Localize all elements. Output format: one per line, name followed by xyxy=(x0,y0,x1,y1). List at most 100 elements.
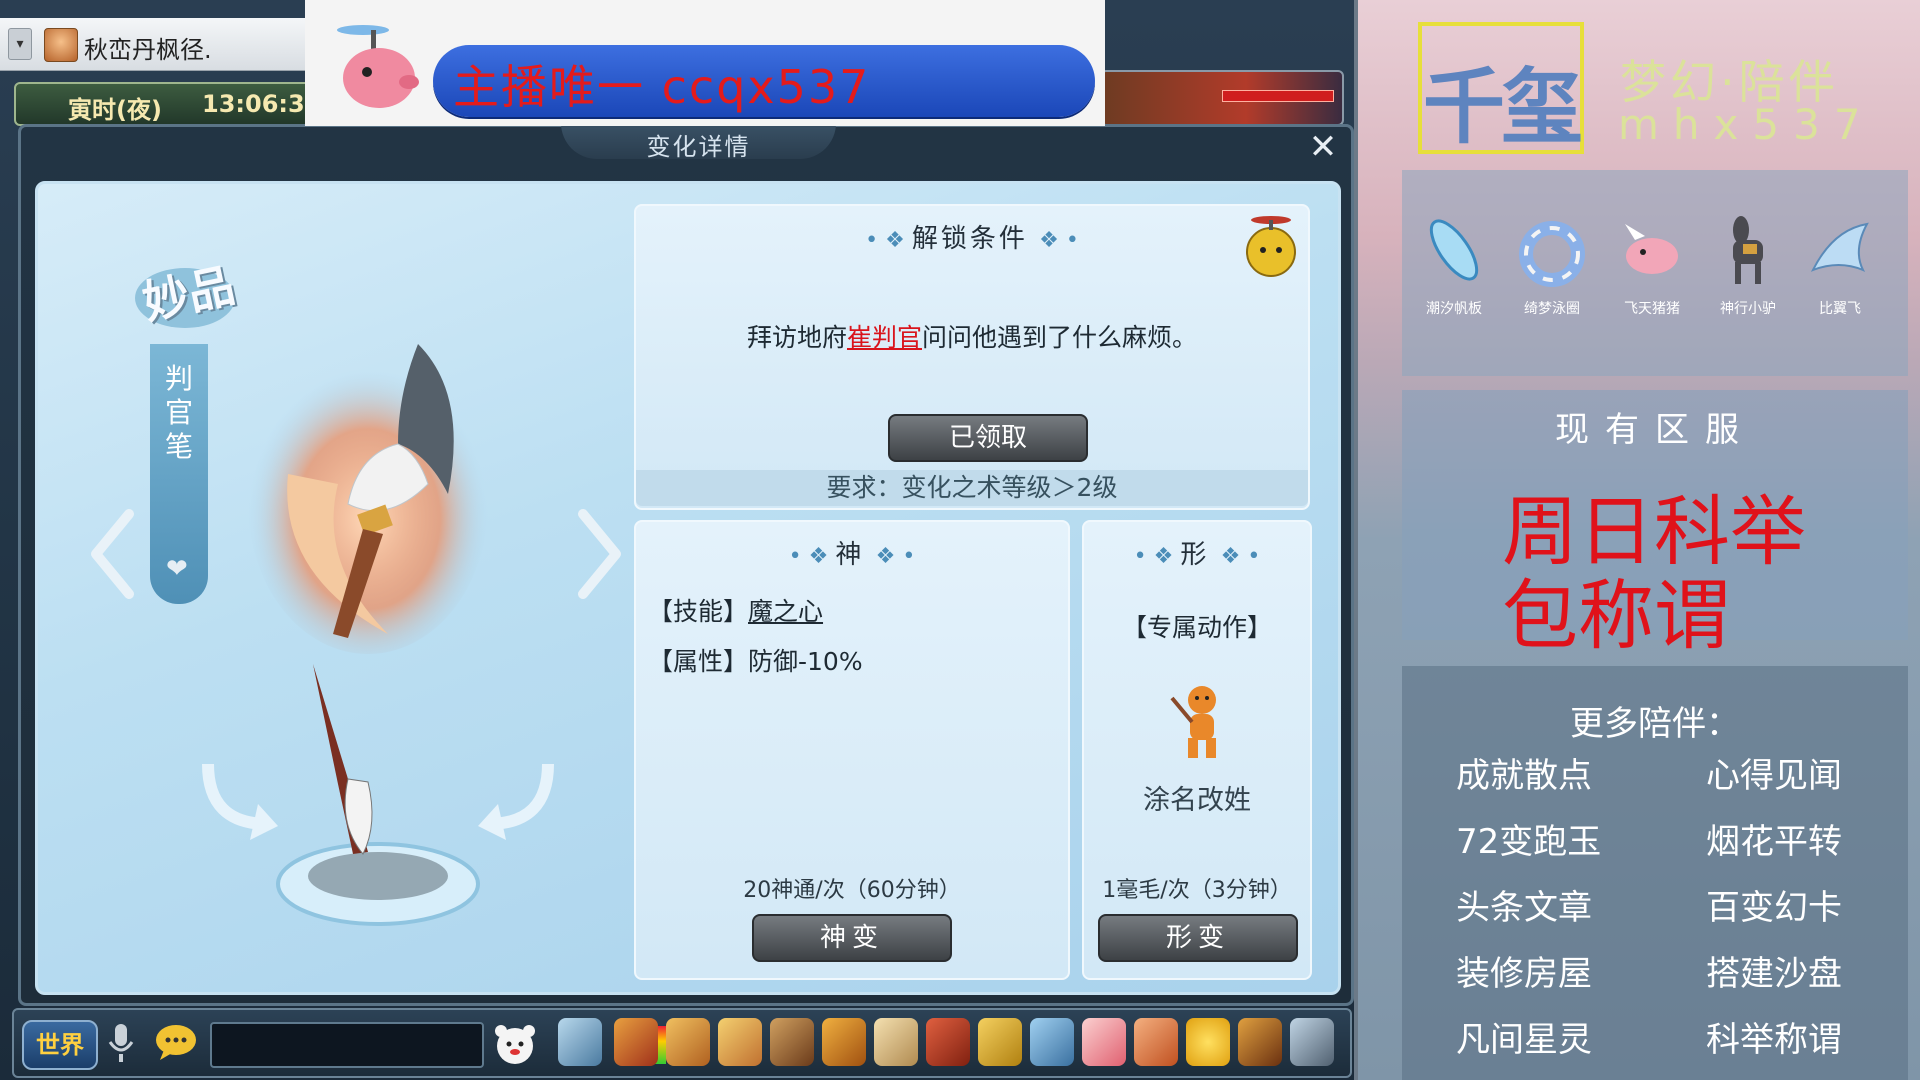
dialog-title: 变化详情 xyxy=(646,133,751,161)
form-transform-section: • ❖ 形 ❖ • 【专属动作】 涂名改姓 1毫毛/次（3分钟） 形变 xyxy=(1082,520,1312,980)
cloud-deco-icon: • ❖ xyxy=(865,228,912,253)
shen-cost: 20神通/次（60分钟） xyxy=(743,878,961,903)
firecracker-icon[interactable] xyxy=(926,1018,970,1066)
cloud-deco-icon: ❖ • xyxy=(1039,228,1079,253)
team-icon[interactable] xyxy=(666,1018,710,1066)
service-item: 72变跑玉 xyxy=(1456,822,1602,862)
mount-item: 飞天猪猪 xyxy=(1612,210,1692,318)
mount-name: 绮梦泳圈 xyxy=(1524,301,1580,317)
servers-heading: 现有区服 xyxy=(1555,410,1755,450)
mount-item: 比翼飞 xyxy=(1800,210,1880,318)
service-item: 心得见闻 xyxy=(1706,756,1842,796)
unlock-header: • ❖ 解锁条件 ❖ • xyxy=(636,218,1308,255)
system-gear-icon[interactable] xyxy=(1238,1018,1282,1066)
promo-subtitle: mhx537 xyxy=(1618,100,1875,149)
service-item: 百变幻卡 xyxy=(1706,888,1842,928)
unlock-description: 拜访地府崔判官问问他遇到了什么麻烦。 xyxy=(636,318,1308,354)
world-channel-button[interactable]: 世界 xyxy=(22,1020,98,1070)
cloud-deco-icon: ❖ • xyxy=(875,544,916,569)
service-item: 搭建沙盘 xyxy=(1706,954,1842,994)
action-figure-icon[interactable] xyxy=(1162,682,1234,762)
game-window: ▾ 秋峦丹枫径. 寅时(夜) 13:06:31 变化详情 ✕ 妙品 判 官 笔 … xyxy=(0,0,1356,1080)
skill-line: 【技能】魔之心 xyxy=(648,592,823,628)
service-item: 烟花平转 xyxy=(1706,822,1842,862)
mount-name: 潮汐帆板 xyxy=(1426,301,1482,317)
friends-icon[interactable] xyxy=(1134,1018,1178,1066)
xing-header-text: 形 xyxy=(1180,540,1210,570)
surfboard-icon xyxy=(1429,219,1479,281)
spirit-transform-section: • ❖ 神 ❖ • 【技能】魔之心 【属性】防御-10% 20神通/次（60分钟… xyxy=(634,520,1070,980)
mount-name: 比翼飞 xyxy=(1819,301,1861,317)
service-item: 凡间星灵 xyxy=(1456,1020,1592,1060)
logo-box: 千玺 xyxy=(1418,22,1584,155)
unlock-desc-suffix: 问问他遇到了什么麻烦。 xyxy=(922,323,1198,352)
bell-icon[interactable] xyxy=(978,1018,1022,1066)
exclusive-action-label: 【专属动作】 xyxy=(1121,613,1272,642)
spirit-transform-button[interactable]: 神变 xyxy=(752,914,952,962)
peach-icon[interactable] xyxy=(1082,1018,1126,1066)
character-icon[interactable] xyxy=(770,1018,814,1066)
heart-icon[interactable]: ❤ xyxy=(166,554,188,584)
swim-ring-icon xyxy=(1519,221,1585,287)
dialog-content-panel: 妙品 判 官 笔 ❤ • ❖ 解锁条件 ❖ • 拜访地府崔判官问问他遇到了什么麻… xyxy=(35,181,1341,995)
pet-bear-icon[interactable] xyxy=(490,1020,540,1066)
claimed-button[interactable]: 已领取 xyxy=(888,414,1088,462)
level-requirement: 要求：变化之术等级＞2级 xyxy=(636,470,1308,506)
service-item: 科举称谓 xyxy=(1706,1020,1842,1060)
treasure-chest-icon[interactable] xyxy=(614,1018,658,1066)
player-avatar[interactable] xyxy=(44,28,78,62)
current-servers-box: 现有区服 周日科举 包称谓 xyxy=(1402,390,1908,660)
tiger-icon[interactable] xyxy=(822,1018,866,1066)
server-promo-line-2: 包称谓 xyxy=(1502,571,1730,660)
unlock-desc-prefix: 拜访地府 xyxy=(746,323,847,352)
chat-input[interactable] xyxy=(210,1022,666,1068)
banner-text: 主播唯一 ccqx537 xyxy=(453,60,871,114)
donkey-icon xyxy=(1733,216,1763,284)
cloud-deco-icon: • ❖ xyxy=(788,544,836,569)
mount-name: 神行小驴 xyxy=(1720,301,1776,317)
shen-header-text: 神 xyxy=(835,540,865,570)
next-arrow-icon[interactable] xyxy=(568,504,628,604)
player-name: 秋峦丹枫径. xyxy=(84,36,212,64)
xing-header: • ❖ 形 ❖ • xyxy=(1084,534,1310,571)
previous-arrow-icon[interactable] xyxy=(84,504,144,604)
mount-showcase: 潮汐帆板 绮梦泳圈 飞天猪猪 神行小驴 比翼飞 xyxy=(1402,170,1908,376)
streamer-banner: 主播唯一 ccqx537 xyxy=(305,0,1105,126)
dropdown-arrow-icon[interactable]: ▾ xyxy=(8,28,32,60)
character-status-hud[interactable] xyxy=(1100,70,1344,126)
judge-brush-artwork xyxy=(248,344,488,654)
logo-text: 千玺 xyxy=(1422,60,1583,155)
mount-item: 潮汐帆板 xyxy=(1414,210,1494,318)
gourd-icon[interactable] xyxy=(718,1018,762,1066)
transform-detail-dialog: 变化详情 ✕ 妙品 判 官 笔 ❤ • ❖ 解锁条件 ❖ • 拜访地府崔判官问问… xyxy=(18,123,1354,1006)
map-icon[interactable] xyxy=(1030,1018,1074,1066)
shen-header: • ❖ 神 ❖ • xyxy=(636,534,1068,571)
more-services-box: 更多陪伴： 成就散点 心得见闻 72变跑玉 烟花平转 头条文章 百变幻卡 装修房… xyxy=(1402,666,1908,1080)
scroll-icon[interactable] xyxy=(874,1018,918,1066)
form-transform-button[interactable]: 形变 xyxy=(1098,914,1298,962)
mount-item: 神行小驴 xyxy=(1708,210,1788,318)
game-clock: 寅时(夜) 13:06:31 xyxy=(14,82,321,126)
more-services-heading: 更多陪伴： xyxy=(1570,704,1740,744)
npc-link[interactable]: 崔判官 xyxy=(847,323,922,352)
wing-dragon-icon xyxy=(1810,222,1869,272)
copter-coin-icon[interactable] xyxy=(1242,212,1300,278)
sword-icon[interactable] xyxy=(558,1018,602,1066)
microphone-icon[interactable] xyxy=(106,1020,136,1066)
rotate-model-pedestal[interactable] xyxy=(188,654,568,954)
xing-cost: 1毫毛/次（3分钟） xyxy=(1102,878,1292,903)
clock-time: 13:06:31 xyxy=(202,90,322,118)
smiley-icon[interactable] xyxy=(1186,1018,1230,1066)
service-item: 装修房屋 xyxy=(1456,954,1592,994)
chat-bubble-icon[interactable] xyxy=(154,1022,198,1062)
close-button[interactable]: ✕ xyxy=(1301,127,1345,167)
skill-link[interactable]: 魔之心 xyxy=(748,597,823,626)
banner-pill: 主播唯一 ccqx537 xyxy=(433,45,1095,117)
service-item: 成就散点 xyxy=(1456,756,1592,796)
flying-pig-icon xyxy=(1625,224,1678,274)
cloud-deco-icon: • ❖ xyxy=(1133,544,1181,569)
action-name: 涂名改姓 xyxy=(1143,785,1251,816)
computer-icon[interactable] xyxy=(1290,1018,1334,1066)
unlock-conditions-section: • ❖ 解锁条件 ❖ • 拜访地府崔判官问问他遇到了什么麻烦。 已领取 要求：变… xyxy=(634,204,1310,510)
promo-side-panel: 千玺 梦幻·陪伴 mhx537 潮汐帆板 绮梦泳圈 飞天猪猪 神行小驴 比翼飞 … xyxy=(1358,0,1920,1080)
